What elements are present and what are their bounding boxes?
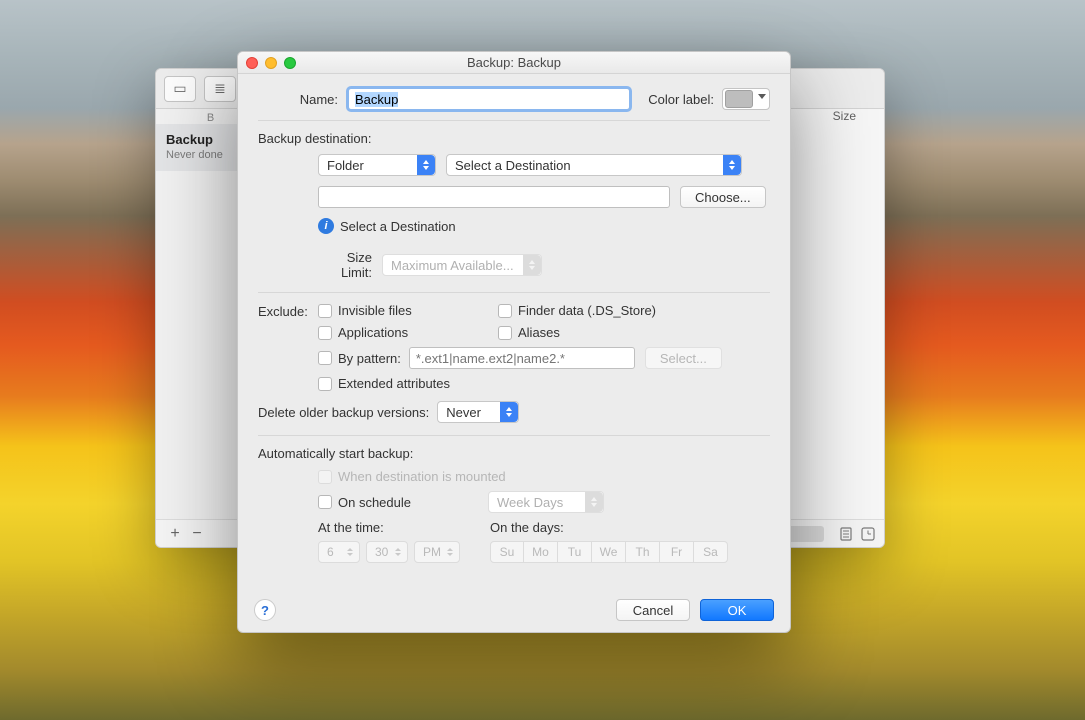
footer-clock-icon[interactable] [860, 526, 876, 542]
time-hour-stepper: 6 [318, 541, 360, 563]
help-button[interactable]: ? [254, 599, 276, 621]
schedule-type-select: Week Days [488, 491, 604, 513]
info-icon: i [318, 218, 334, 234]
size-limit-select: Maximum Available... [382, 254, 542, 276]
toolbar-list-icon[interactable]: ≣ [204, 76, 236, 102]
when-mounted-checkbox [318, 470, 332, 484]
cancel-button[interactable]: Cancel [616, 599, 690, 621]
color-swatch-icon [725, 90, 753, 108]
destination-select[interactable]: Select a Destination [446, 154, 742, 176]
auto-start-label: Automatically start backup: [258, 446, 770, 461]
delete-older-label: Delete older backup versions: [258, 405, 429, 420]
name-input[interactable] [348, 88, 630, 110]
window-controls [246, 57, 296, 69]
exclude-aliases-checkbox[interactable] [498, 326, 512, 340]
delete-older-select[interactable]: Never [437, 401, 519, 423]
toolbar-view-icon[interactable]: ▭ [164, 76, 196, 102]
on-days-label: On the days: [490, 520, 728, 535]
destination-type-select[interactable]: Folder [318, 154, 436, 176]
day-fr: Fr [660, 541, 694, 563]
ok-button[interactable]: OK [700, 599, 774, 621]
name-label: Name: [258, 92, 348, 107]
exclude-applications-checkbox[interactable] [318, 326, 332, 340]
minimize-icon[interactable] [265, 57, 277, 69]
day-th: Th [626, 541, 660, 563]
day-mo: Mo [524, 541, 558, 563]
time-ampm-stepper: PM [414, 541, 460, 563]
on-schedule-checkbox[interactable] [318, 495, 332, 509]
size-limit-label: Size Limit: [318, 250, 382, 280]
time-minute-stepper: 30 [366, 541, 408, 563]
column-header-size[interactable]: Size [833, 109, 856, 123]
day-sa: Sa [694, 541, 728, 563]
sheet-titlebar[interactable]: Backup: Backup [238, 52, 790, 74]
select-pattern-button: Select... [645, 347, 722, 369]
pattern-input[interactable] [409, 347, 635, 369]
at-time-label: At the time: [318, 520, 490, 535]
exclude-invisible-checkbox[interactable] [318, 304, 332, 318]
exclude-finder-data-checkbox[interactable] [498, 304, 512, 318]
color-label-picker[interactable] [722, 88, 770, 110]
days-picker: Su Mo Tu We Th Fr Sa [490, 541, 728, 563]
backup-destination-label: Backup destination: [258, 131, 770, 146]
remove-button[interactable]: − [186, 525, 208, 543]
exclude-label: Exclude: [258, 303, 318, 401]
day-su: Su [490, 541, 524, 563]
exclude-extended-attrs-checkbox[interactable] [318, 377, 332, 391]
destination-hint: Select a Destination [340, 219, 456, 234]
destination-path-input[interactable] [318, 186, 670, 208]
day-tu: Tu [558, 541, 592, 563]
footer-doc-icon[interactable] [838, 526, 854, 542]
backup-settings-dialog: Backup: Backup Name: Color label: Backup… [237, 51, 791, 633]
day-we: We [592, 541, 626, 563]
color-label: Color label: [648, 92, 714, 107]
close-icon[interactable] [246, 57, 258, 69]
dialog-title: Backup: Backup [467, 55, 561, 70]
add-button[interactable]: + [164, 525, 186, 543]
zoom-icon[interactable] [284, 57, 296, 69]
exclude-by-pattern-checkbox[interactable] [318, 351, 332, 365]
choose-button[interactable]: Choose... [680, 186, 766, 208]
